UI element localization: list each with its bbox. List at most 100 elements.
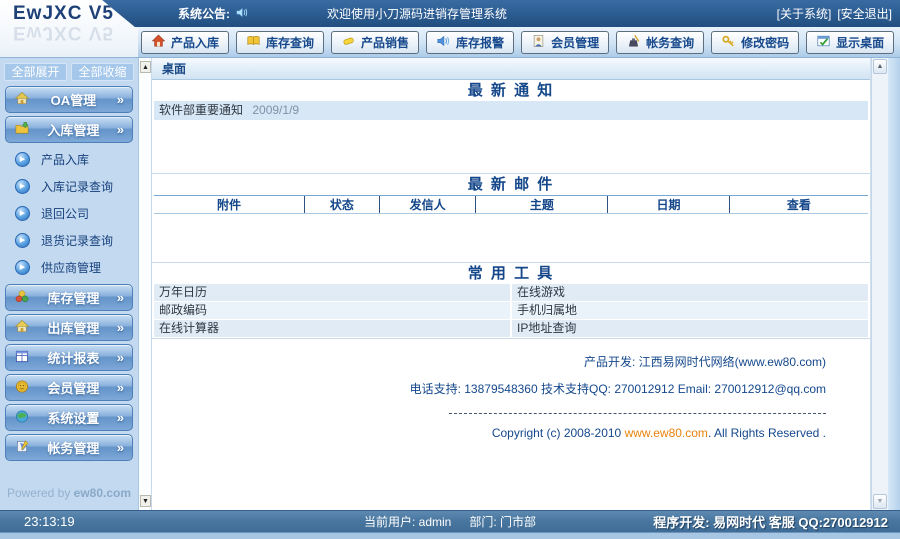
sidebar-scroll-strip: ▲ ▼ bbox=[138, 58, 152, 510]
chevron-right-icon: » bbox=[116, 410, 124, 425]
content-scrollbar[interactable]: ▲ ▼ bbox=[871, 58, 888, 510]
sidebar: 全部展开 全部收缩 OA管理 » 入库管理 » ▶ 产品入库 ▶ 入库记录查询 bbox=[0, 58, 138, 510]
window-frame-bottom bbox=[0, 532, 900, 539]
sidebar-category-label: 出库管理 bbox=[47, 321, 100, 336]
sidebar-category-label: 会员管理 bbox=[47, 381, 100, 396]
globe-icon bbox=[14, 409, 30, 427]
sidebar-category-accounts[interactable]: 帐务管理 » bbox=[5, 434, 133, 461]
sidebar-item-return-records[interactable]: ▶ 退货记录查询 bbox=[0, 227, 138, 254]
status-bar: 23:13:19 当前用户: admin 部门: 门市部 程序开发: 易网时代 … bbox=[0, 510, 900, 532]
sidebar-category-label: 系统设置 bbox=[47, 411, 100, 426]
chevron-right-icon: » bbox=[116, 380, 124, 395]
mail-col-sender: 发信人 bbox=[378, 196, 475, 213]
sidebar-item-supplier-manage[interactable]: ▶ 供应商管理 bbox=[0, 254, 138, 281]
notice-item[interactable]: 软件部重要通知 2009/1/9 bbox=[154, 101, 868, 120]
speaker-announce-icon bbox=[235, 6, 249, 22]
member-icon bbox=[531, 34, 546, 51]
expand-all-button[interactable]: 全部展开 bbox=[4, 63, 67, 81]
book-icon bbox=[246, 34, 261, 51]
collapse-all-button[interactable]: 全部收缩 bbox=[71, 63, 134, 81]
toolbar-button-label: 库存报警 bbox=[456, 35, 505, 50]
oa-house-icon bbox=[14, 91, 30, 109]
tool-ip-lookup[interactable]: IP地址查询 bbox=[512, 320, 868, 337]
toolbar-button-change-password[interactable]: 修改密码 bbox=[711, 30, 800, 54]
toolbar-button-member-manage[interactable]: 会员管理 bbox=[521, 30, 610, 54]
tool-calculator[interactable]: 在线计算器 bbox=[154, 320, 510, 337]
tool-phone-location[interactable]: 手机归属地 bbox=[512, 302, 868, 319]
tag-icon bbox=[341, 34, 356, 51]
scroll-up-icon[interactable]: ▲ bbox=[873, 59, 887, 74]
member-coin-icon bbox=[14, 379, 30, 397]
safe-logout-link[interactable]: [安全退出] bbox=[837, 5, 892, 22]
clock-text: 23:13:19 bbox=[24, 514, 75, 529]
tool-online-games[interactable]: 在线游戏 bbox=[512, 284, 868, 301]
app-window: 系统公告: 欢迎使用小刀源码进销存管理系统 [关于系统] [安全退出] EwJX… bbox=[0, 0, 900, 539]
sidebar-item-label: 供应商管理 bbox=[41, 261, 102, 275]
toolbar-button-stock-alarm[interactable]: 库存报警 bbox=[426, 30, 515, 54]
footer-support-line: 电话支持: 13879548360 技术支持QQ: 270012912 Emai… bbox=[409, 382, 826, 396]
sidebar-category-reports[interactable]: 统计报表 » bbox=[5, 344, 133, 371]
sidebar-category-stock[interactable]: 库存管理 » bbox=[5, 284, 133, 311]
chevron-right-icon: » bbox=[116, 440, 124, 455]
toolbar-button-stock-query[interactable]: 库存查询 bbox=[236, 30, 325, 54]
content-footer: 产品开发: 江西易网时代网络(www.ew80.com) 电话支持: 13879… bbox=[152, 339, 870, 440]
play-bullet-icon: ▶ bbox=[15, 233, 30, 248]
ledger-icon bbox=[626, 34, 641, 51]
chevron-right-icon: » bbox=[116, 92, 124, 107]
sidebar-item-product-in[interactable]: ▶ 产品入库 bbox=[0, 146, 138, 173]
section-title-mail: 最 新 邮 件 bbox=[467, 176, 555, 193]
powered-by: Powered by ew80.com bbox=[0, 486, 138, 500]
sidebar-category-label: 库存管理 bbox=[47, 291, 100, 306]
sidebar-category-label: 帐务管理 bbox=[47, 441, 100, 456]
house-in-icon bbox=[151, 34, 166, 51]
chevron-right-icon: » bbox=[116, 290, 124, 305]
outbound-house-icon bbox=[14, 319, 30, 337]
powered-prefix: Powered by bbox=[6, 486, 71, 500]
play-bullet-icon: ▶ bbox=[15, 152, 30, 167]
tool-row: 邮政编码 手机归属地 bbox=[154, 302, 868, 319]
scroll-down-icon[interactable]: ▼ bbox=[140, 495, 151, 507]
toolbar-button-product-in[interactable]: 产品入库 bbox=[141, 30, 230, 54]
speaker-icon bbox=[436, 34, 451, 51]
toolbar-button-show-desktop[interactable]: 显示桌面 bbox=[806, 30, 895, 54]
play-bullet-icon: ▶ bbox=[15, 179, 30, 194]
toolbar-button-product-sale[interactable]: 产品销售 bbox=[331, 30, 420, 54]
sidebar-category-inbound[interactable]: 入库管理 » bbox=[5, 116, 133, 143]
sidebar-item-return-company[interactable]: ▶ 退回公司 bbox=[0, 200, 138, 227]
scroll-down-icon[interactable]: ▼ bbox=[873, 494, 887, 509]
sidebar-category-label: 统计报表 bbox=[47, 351, 100, 366]
sidebar-item-label: 入库记录查询 bbox=[41, 180, 114, 194]
tab-desktop-label: 桌面 bbox=[162, 62, 187, 76]
ew80-link[interactable]: www.ew80.com bbox=[625, 426, 708, 440]
copyright-prefix: Copyright (c) 2008-2010 bbox=[491, 426, 625, 440]
mail-col-view: 查看 bbox=[728, 196, 868, 213]
chevron-right-icon: » bbox=[116, 350, 124, 365]
desktop-icon bbox=[816, 34, 831, 51]
notice-text: 软件部重要通知 bbox=[159, 103, 244, 117]
report-chart-icon bbox=[14, 349, 30, 367]
sidebar-item-inbound-records[interactable]: ▶ 入库记录查询 bbox=[0, 173, 138, 200]
tool-calendar[interactable]: 万年日历 bbox=[154, 284, 510, 301]
sidebar-category-members[interactable]: 会员管理 » bbox=[5, 374, 133, 401]
toolbar-button-label: 会员管理 bbox=[551, 35, 600, 50]
play-bullet-icon: ▶ bbox=[15, 206, 30, 221]
top-bar: 系统公告: 欢迎使用小刀源码进销存管理系统 [关于系统] [安全退出] bbox=[0, 0, 900, 27]
department-label: 部门: 门市部 bbox=[469, 515, 537, 529]
about-system-link[interactable]: [关于系统] bbox=[777, 5, 832, 22]
section-latest-notices: 最 新 通 知 软件部重要通知 2009/1/9 bbox=[152, 80, 870, 174]
section-latest-mail: 最 新 邮 件 附件 状态 发信人 主题 日期 查看 bbox=[152, 174, 870, 263]
toolbar-button-label: 产品入库 bbox=[171, 35, 220, 50]
sidebar-category-settings[interactable]: 系统设置 » bbox=[5, 404, 133, 431]
sidebar-category-oa[interactable]: OA管理 » bbox=[5, 86, 133, 113]
window-frame-right bbox=[888, 58, 900, 510]
toolbar-button-account-query[interactable]: 帐务查询 bbox=[616, 30, 705, 54]
toolbar-button-label: 产品销售 bbox=[361, 35, 410, 50]
mail-table-header: 附件 状态 发信人 主题 日期 查看 bbox=[154, 195, 868, 214]
tab-desktop[interactable]: 桌面 bbox=[152, 58, 870, 80]
tool-row: 在线计算器 IP地址查询 bbox=[154, 320, 868, 337]
scroll-up-icon[interactable]: ▲ bbox=[140, 61, 151, 73]
sidebar-category-label: OA管理 bbox=[50, 93, 97, 108]
sidebar-category-outbound[interactable]: 出库管理 » bbox=[5, 314, 133, 341]
section-title-notices: 最 新 通 知 bbox=[467, 82, 555, 99]
tool-postal-code[interactable]: 邮政编码 bbox=[154, 302, 510, 319]
